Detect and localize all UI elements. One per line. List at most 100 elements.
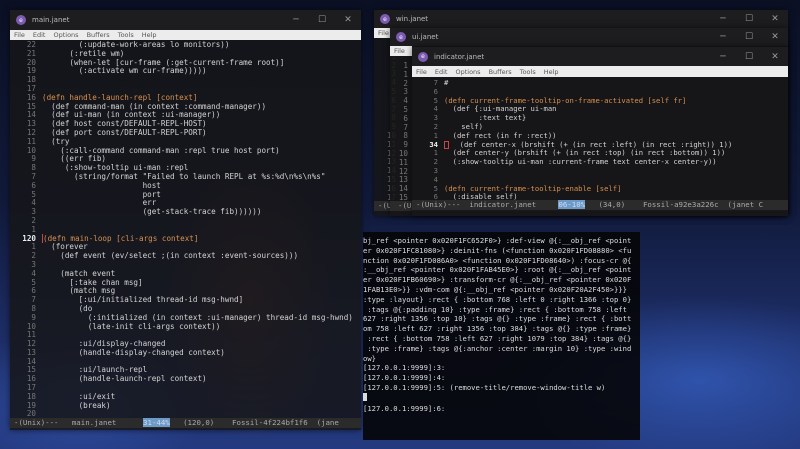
code-text: (defn main-loop [cli-args context] — [42, 233, 199, 243]
code-editor[interactable]: 7 #6 5 (defn current-frame-tooltip-on-frame… — [412, 79, 788, 201]
maximize-button[interactable]: ☐ — [736, 32, 762, 42]
terminal-line: :rect { :bottom 758 :left 627 :right 107… — [363, 333, 632, 343]
terminal-line — [363, 392, 640, 404]
mode-line: -(Unix)--- main.janet 31-44% (120,0) Fos… — [10, 418, 361, 428]
terminal-line: [127.0.0.1:9999]:4: — [363, 373, 446, 383]
terminal-line: :type :frame} :tags @{:anchor :center :m… — [363, 343, 632, 353]
menu-options[interactable]: Options — [455, 68, 480, 76]
code-text: [:ui/initialized thread-id msg-hwnd] — [42, 295, 244, 305]
close-button[interactable]: ✕ — [762, 52, 788, 62]
repl-terminal[interactable]: bj_ref <pointer 0x020F1FC652F0>} :def-vi… — [363, 232, 640, 440]
code-text: (handle-display-changed context) — [42, 347, 225, 357]
mode-line-details: (34,0) Fossil-a92e3a226c (janet C — [585, 200, 764, 209]
menu-edit[interactable]: Edit — [33, 31, 46, 39]
code-text: (break) — [42, 400, 111, 410]
menu-help[interactable]: Help — [544, 68, 559, 76]
minimize-button[interactable]: ─ — [283, 15, 309, 25]
maximize-button[interactable]: ☐ — [736, 52, 762, 62]
maximize-button[interactable]: ☐ — [309, 15, 335, 25]
menu-file[interactable]: File — [378, 29, 389, 37]
emacs-icon: e — [396, 32, 406, 42]
title-bar[interactable]: e ui.janet ─ ☐ ✕ — [390, 28, 788, 46]
window-title: main.janet — [32, 16, 70, 24]
code-text: :text text} — [444, 113, 527, 123]
menu-bar: File — [390, 46, 412, 56]
code-text: (defn handle-launch-repl [context] — [42, 92, 198, 102]
title-bar[interactable]: e main.janet ─ ☐ ✕ — [10, 10, 361, 30]
code-text: (def host const/DEFAULT-REPL-HOST) — [42, 119, 207, 129]
maximize-button[interactable]: ☐ — [736, 14, 762, 24]
code-line[interactable]: 2 (:show-tooltip ui-man :current-frame t… — [412, 157, 788, 167]
code-line[interactable]: 13 (handle-display-changed context) — [10, 347, 361, 358]
minimize-button[interactable]: ─ — [710, 32, 736, 42]
code-text: :ui/launch-repl — [42, 365, 148, 375]
close-button[interactable]: ✕ — [762, 32, 788, 42]
menu-file[interactable]: File — [394, 47, 405, 55]
code-line[interactable]: 3 — [412, 166, 788, 176]
indicator-janet-window: e indicator.janet ─ ☐ ✕ File Edit Option… — [412, 47, 788, 216]
emacs-icon: e — [16, 15, 26, 25]
mode-line-position: 31-44% — [143, 418, 170, 427]
cursor — [444, 140, 449, 149]
code-text: :ui/display-changed — [42, 339, 166, 349]
title-bar[interactable]: e indicator.janet ─ ☐ ✕ — [412, 47, 788, 66]
code-line[interactable]: 7 # — [412, 79, 788, 88]
terminal-line: [127.0.0.1:9999]:5: (remove-title/remove… — [363, 382, 606, 392]
mode-line-details: (120,0) Fossil-4f224bf1f6 (jane — [169, 418, 339, 427]
code-text: host — [42, 180, 161, 190]
menu-help[interactable]: Help — [142, 31, 157, 39]
code-text: (def event (ev/select ;(in context :even… — [42, 251, 299, 261]
code-text: (:show-tooltip ui-man :current-frame tex… — [444, 157, 717, 167]
minimize-button[interactable]: ─ — [710, 52, 736, 62]
menu-edit[interactable]: Edit — [435, 68, 448, 76]
menu-buffers[interactable]: Buffers — [87, 31, 110, 39]
menu-tools[interactable]: Tools — [118, 31, 134, 39]
code-text: (handle-launch-repl context) — [42, 374, 207, 384]
terminal-line: :__obj_ref <pointer 0x020F1FAB45E0>} :ro… — [363, 265, 632, 275]
minimize-button[interactable]: ─ — [710, 14, 736, 24]
code-text: (def ui-man (in context :ui-manager)) — [42, 110, 221, 120]
code-text: (def rect (in fr :rect)) — [444, 130, 557, 140]
mode-line-position: 06-10% — [558, 200, 586, 209]
menu-file[interactable]: File — [14, 31, 25, 39]
menu-buffers[interactable]: Buffers — [489, 68, 512, 76]
title-bar[interactable]: e win.janet ─ ☐ ✕ — [374, 10, 788, 28]
code-text: (:initialized (in context :ui-manager) t… — [42, 312, 353, 322]
code-line[interactable]: 18 — [10, 75, 361, 85]
code-text: (late-init cli-args context)) — [42, 321, 221, 331]
main-janet-window: e main.janet ─ ☐ ✕ File Edit Options Buf… — [10, 10, 361, 430]
code-text: (get-stack-trace fib)))))) — [42, 207, 262, 217]
code-text: (:update-work-areas lo monitors)) — [42, 41, 230, 49]
emacs-icon: e — [418, 51, 428, 62]
code-line[interactable]: 19 (:activate wm cur-frame))))) — [10, 66, 361, 76]
code-line[interactable]: 3 (get-stack-trace fib)))))) — [10, 207, 361, 217]
code-text: (def {:ui-manager ui-man — [444, 104, 557, 114]
terminal-line: [127.0.0.1:9999]:6: — [363, 403, 446, 413]
terminal-line: 1FAB13E0>}} :vdm-com @{:__obj_ref <point… — [363, 284, 627, 294]
close-button[interactable]: ✕ — [762, 14, 788, 24]
code-line[interactable]: 16 (handle-launch-repl context) — [10, 374, 361, 384]
code-text: (match event — [42, 268, 116, 278]
close-button[interactable]: ✕ — [335, 15, 361, 25]
code-text: (do — [42, 303, 93, 313]
menu-tools[interactable]: Tools — [520, 68, 536, 76]
terminal-line: ow} — [363, 353, 376, 363]
menu-options[interactable]: Options — [53, 31, 78, 39]
terminal-line: er 0x020F1FB60690>} :transform-cr @{:__o… — [363, 275, 632, 285]
mode-line-info: -(Unix)--- indicator.janet — [416, 200, 559, 209]
menu-file[interactable]: File — [416, 68, 427, 76]
menu-bar: File Edit Options Buffers Tools Help — [412, 66, 788, 77]
code-line[interactable]: 2 — [10, 216, 361, 226]
code-line[interactable]: 2 (def event (ev/select ;(in context :ev… — [10, 251, 361, 261]
emacs-icon: e — [380, 14, 390, 24]
terminal-line: 627 :right 1356 :top 10} :tags @{} :type… — [363, 314, 632, 324]
code-text: port — [42, 189, 161, 199]
code-line[interactable]: 10 (late-init cli-args context)) — [10, 321, 361, 332]
code-line[interactable]: 19 (break) — [10, 400, 361, 411]
terminal-line: er 0x020F1FC81080>} :deinit-fns (<functi… — [363, 245, 632, 255]
code-text: (def center-x (brshift (+ (in rect :left… — [451, 139, 733, 149]
line-numbers: 1 1 2 3 4 5 6 7 8 9 10 11 12 13 14 15 — [378, 62, 408, 202]
code-text: self) — [444, 121, 483, 131]
code-editor[interactable]: 22 (:update-work-areas lo monitors)) 21 (… — [10, 41, 361, 419]
code-text: (def command-man (in context :command-ma… — [42, 101, 267, 111]
